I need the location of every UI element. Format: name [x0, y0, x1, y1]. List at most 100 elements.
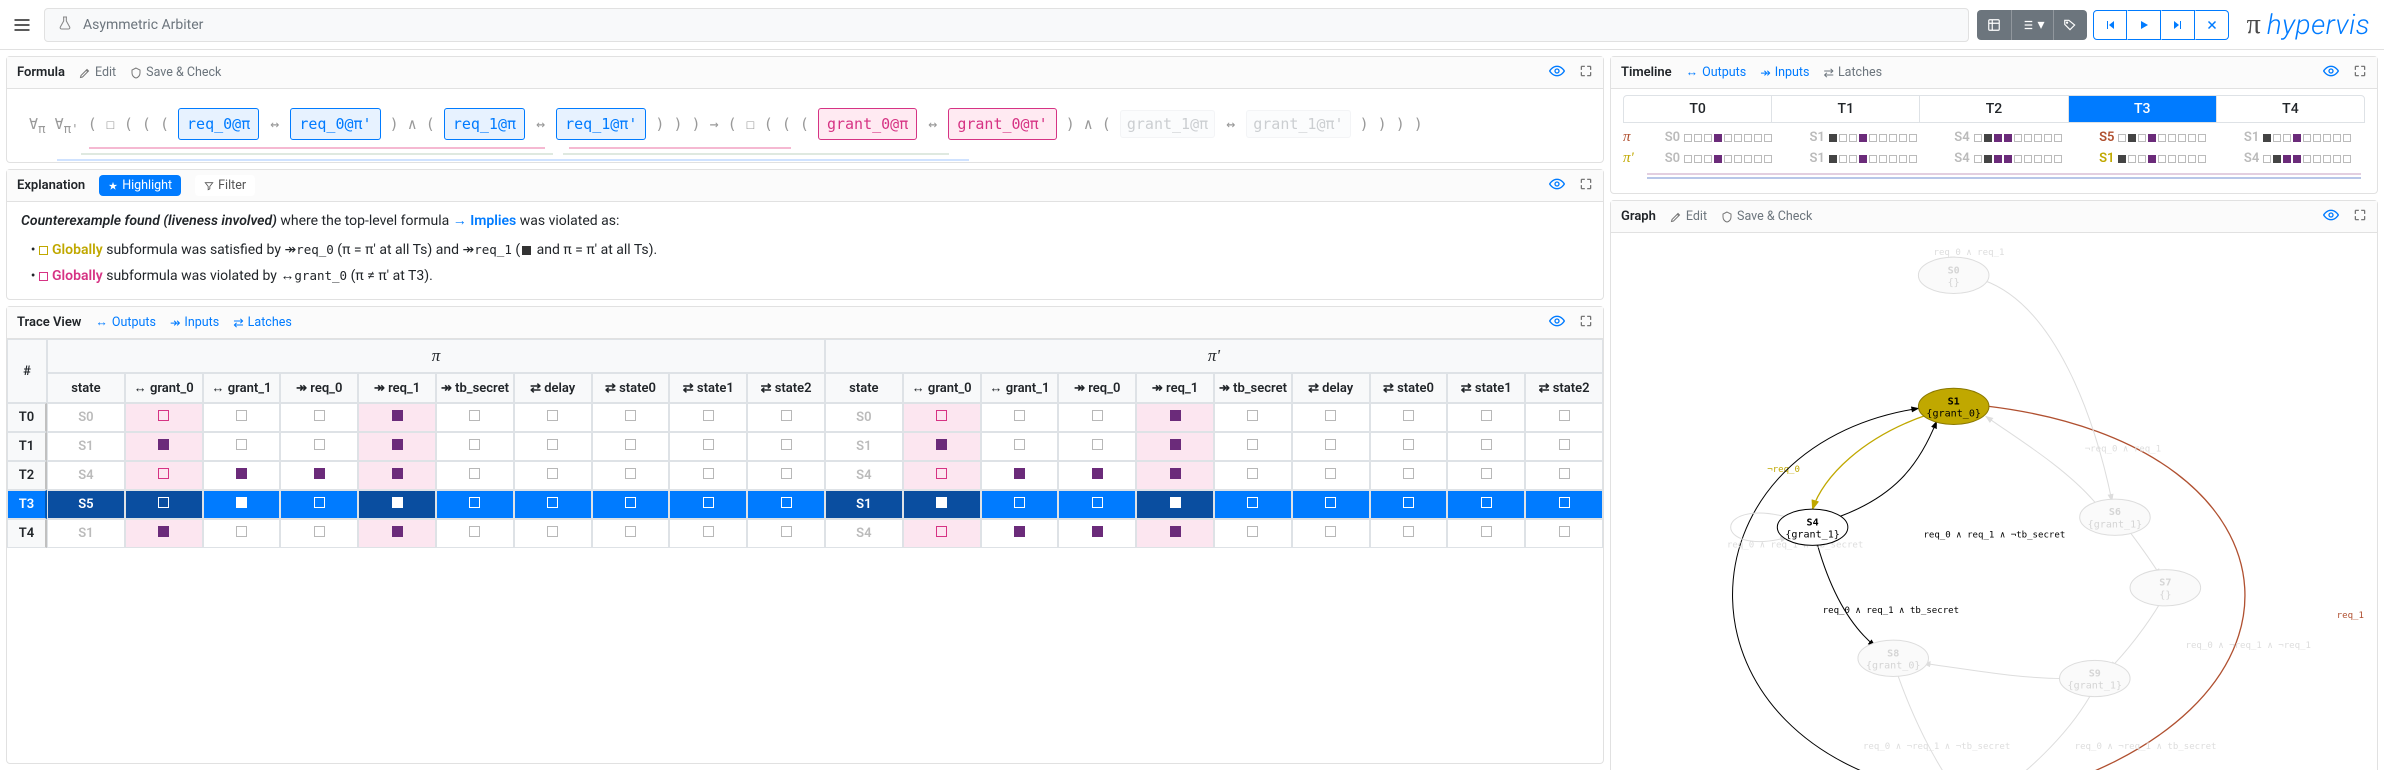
graph-node[interactable]: S1{grant_0}: [1918, 388, 1989, 424]
state-cell: S4: [47, 461, 125, 490]
expand-icon[interactable]: [1579, 314, 1593, 332]
svg-text:req_0 ∧ ¬req_1 ∧ ¬req_1: req_0 ∧ ¬req_1 ∧ ¬req_1: [2186, 641, 2312, 651]
graph-node[interactable]: S6{grant_1}: [2080, 499, 2151, 535]
table-row[interactable]: T3S5S1: [7, 490, 1603, 519]
svg-text:{grant_1}: {grant_1}: [1785, 529, 1840, 540]
timeline-step[interactable]: S4: [1941, 151, 2076, 166]
highlight-toggle[interactable]: Highlight: [99, 175, 181, 196]
formula-panel-title: Formula: [17, 65, 65, 80]
svg-text:{}: {}: [1948, 277, 1960, 288]
step-back-button[interactable]: [2093, 10, 2127, 40]
graph-panel: Graph Edit Save & Check ¬req_0req: [1610, 200, 2378, 770]
graph-node[interactable]: S7{}: [2130, 570, 2201, 606]
formula-expression: ∀π ∀π' ( ☐ ( ( ( req_0@π ↔ req_0@π' ) ∧ …: [19, 91, 1591, 160]
eye-icon[interactable]: [2323, 207, 2339, 227]
svg-text:S0: S0: [1948, 265, 1960, 276]
trace-title: Trace View: [17, 315, 81, 330]
timeline-step[interactable]: S4: [1941, 130, 2076, 145]
logo-pi-icon: π: [2247, 9, 2261, 41]
example-selector[interactable]: Asymmetric Arbiter: [44, 8, 1969, 42]
graph-node[interactable]: S8{grant_0}: [1858, 640, 1929, 676]
trace-latches-toggle[interactable]: ⇄ Latches: [233, 315, 292, 331]
expand-icon[interactable]: [2353, 64, 2367, 82]
play-button[interactable]: [2127, 10, 2161, 40]
table-row[interactable]: T2S4S4: [7, 461, 1603, 490]
state-cell: S1: [825, 432, 903, 461]
term-req0-pi[interactable]: req_0@π: [178, 108, 259, 140]
timeline-step[interactable]: S0: [1651, 151, 1786, 166]
expand-icon[interactable]: [1579, 177, 1593, 195]
step-fwd-button[interactable]: [2161, 10, 2195, 40]
graph-node[interactable]: S9 {grant_1}: [2060, 660, 2131, 696]
explanation-line-2: Globally subformula was violated by ↔gra…: [39, 263, 1589, 289]
eye-icon[interactable]: [2323, 63, 2339, 83]
timeline-tab[interactable]: T3: [2069, 96, 2217, 122]
term-grant0-pip[interactable]: grant_0@π': [948, 108, 1056, 140]
graph-edit-button[interactable]: Edit: [1670, 209, 1707, 224]
svg-text:req_0 ∧ ¬req_1 ∧ ¬tb_secret: req_0 ∧ ¬req_1 ∧ ¬tb_secret: [1863, 742, 2010, 752]
timeline-body: T0T1T2T3T4πS0S1S4S5S1π'S0S1S4S1S4: [1611, 89, 2377, 193]
formula-edit-button[interactable]: Edit: [79, 65, 116, 80]
layout-button[interactable]: [1977, 10, 2011, 40]
state-cell: S5: [47, 490, 125, 519]
svg-text:S9: S9: [2089, 668, 2101, 679]
logo-text: hypervis: [2267, 8, 2370, 41]
graph-title: Graph: [1621, 209, 1656, 224]
state-cell: S1: [825, 490, 903, 519]
timeline-step[interactable]: S5: [2085, 130, 2220, 145]
timeline-step[interactable]: S1: [1796, 130, 1931, 145]
eye-icon[interactable]: [1549, 176, 1565, 196]
table-row[interactable]: T1S1S1: [7, 432, 1603, 461]
formula-save-check-button[interactable]: Save & Check: [130, 65, 221, 80]
svg-text:{grant_0}: {grant_0}: [1926, 408, 1981, 419]
timeline-step[interactable]: S4: [2230, 151, 2365, 166]
menu-button[interactable]: [8, 11, 36, 39]
tag-button[interactable]: [2053, 10, 2087, 40]
timeline-tab[interactable]: T4: [2217, 96, 2364, 122]
expand-icon[interactable]: [1579, 64, 1593, 82]
svg-text:req_0 ∧ req_1 ∧ tb_secret: req_0 ∧ req_1 ∧ tb_secret: [1823, 606, 1959, 616]
graph-save-check-button[interactable]: Save & Check: [1721, 209, 1812, 224]
timeline-step[interactable]: S1: [2085, 151, 2220, 166]
svg-text:S1: S1: [1948, 396, 1960, 407]
list-menu-button[interactable]: ▾: [2011, 10, 2053, 40]
term-req0-pip[interactable]: req_0@π': [290, 108, 380, 140]
state-graph[interactable]: ¬req_0req_0 ∧ req_1 ∧ ¬tb_secretreq_1req…: [1611, 233, 2377, 770]
svg-text:S7: S7: [2159, 578, 2171, 589]
state-cell: S1: [47, 519, 125, 548]
table-row[interactable]: T0S0S0: [7, 403, 1603, 432]
filter-toggle[interactable]: Filter: [195, 175, 255, 196]
timeline-outputs-toggle[interactable]: ↔ Outputs: [1686, 65, 1747, 80]
term-req1-pip[interactable]: req_1@π': [556, 108, 646, 140]
timeline-tab[interactable]: T2: [1920, 96, 2068, 122]
svg-text:{grant_1}: {grant_1}: [2068, 681, 2123, 692]
svg-text:req_0 ∧ ¬req_1 ∧ tb_secret: req_0 ∧ ¬req_1 ∧ tb_secret: [2075, 742, 2217, 752]
term-req1-pi[interactable]: req_1@π: [444, 108, 525, 140]
trace-table[interactable]: #ππ'state↔ grant_0↔ grant_1↠ req_0↠ req_…: [7, 339, 1603, 548]
eye-icon[interactable]: [1549, 313, 1565, 333]
timeline-tab[interactable]: T1: [1772, 96, 1920, 122]
timeline-step[interactable]: S1: [1796, 151, 1931, 166]
state-cell: S1: [47, 432, 125, 461]
graph-node[interactable]: S4{grant_1}: [1777, 509, 1848, 545]
term-grant0-pi[interactable]: grant_0@π: [818, 108, 917, 140]
timeline-tab[interactable]: T0: [1624, 96, 1772, 122]
trace-inputs-toggle[interactable]: ↠ Inputs: [170, 315, 219, 331]
timeline-inputs-toggle[interactable]: ↠ Inputs: [1760, 65, 1809, 81]
trace-panel: Trace View ↔ Outputs ↠ Inputs ⇄ Latches …: [6, 306, 1604, 764]
graph-node[interactable]: S0{}: [1918, 257, 1989, 293]
expand-icon[interactable]: [2353, 208, 2367, 226]
table-row[interactable]: T4S1S4: [7, 519, 1603, 548]
eye-icon[interactable]: [1549, 63, 1565, 83]
timeline-step[interactable]: S1: [2230, 130, 2365, 145]
term-grant1-pip[interactable]: grant_1@π': [1246, 110, 1350, 138]
timeline-step[interactable]: S0: [1651, 130, 1786, 145]
term-grant1-pi[interactable]: grant_1@π: [1120, 110, 1215, 138]
state-cell: S0: [825, 403, 903, 432]
svg-text:req_0 ∧ req_1: req_0 ∧ req_1: [1934, 248, 2005, 258]
trace-outputs-toggle[interactable]: ↔ Outputs: [95, 315, 156, 330]
stop-button[interactable]: [2195, 10, 2229, 40]
svg-text:req_1: req_1: [2337, 611, 2364, 621]
explanation-line-1: Globally subformula was satisfied by ↠re…: [39, 237, 1589, 263]
timeline-latches-toggle[interactable]: ⇄ Latches: [1823, 65, 1882, 81]
